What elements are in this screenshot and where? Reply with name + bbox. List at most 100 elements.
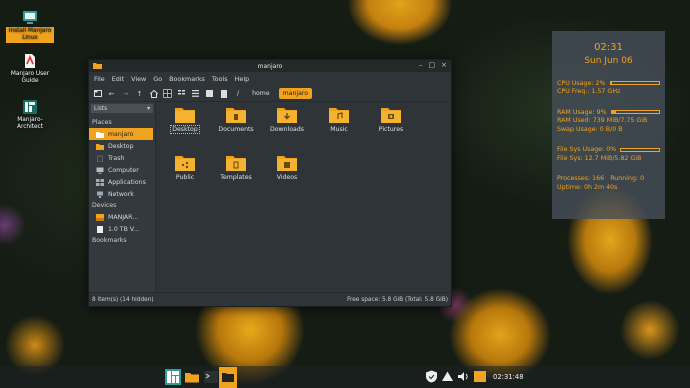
sidebar-item-device-volume[interactable]: 1.0 TB V... (89, 223, 155, 235)
menu-edit[interactable]: Edit (112, 75, 124, 83)
conky-swap-usage: Swap Usage: 0 B/0 B (557, 125, 623, 133)
chevron-down-icon: ▾ (147, 105, 150, 112)
sidebar-item-label: Trash (108, 154, 125, 162)
file-manager-icon[interactable] (184, 369, 200, 385)
desktop-icon-label: Manjaro User Guide (10, 71, 50, 84)
conky-cpu-freq: CPU Freq.: 1.57 GHz (557, 88, 621, 96)
back-arrow-icon[interactable]: ← (107, 89, 116, 98)
network-tray-icon[interactable] (441, 370, 454, 383)
shield-icon[interactable] (425, 370, 438, 383)
sidebar-item-manjaro[interactable]: manjaro (89, 128, 153, 140)
fs-usage-bar (620, 147, 660, 152)
terminal-icon[interactable] (203, 369, 219, 385)
sidebar-item-label: Applications (108, 178, 146, 186)
documents-folder-icon (226, 108, 246, 123)
menu-file[interactable]: File (94, 75, 105, 83)
desktop-pager-icon[interactable] (474, 371, 486, 382)
desktop-icon-user-guide[interactable]: Manjaro User Guide (6, 53, 54, 85)
file-manager-window-icon (222, 373, 234, 382)
file-manager-window: manjaro – □ × File Edit View Go Bookmark… (88, 59, 452, 307)
folder-icon (93, 63, 102, 69)
maximize-button[interactable]: □ (429, 61, 436, 69)
toggle-path-icon[interactable] (219, 89, 228, 98)
menu-bookmarks[interactable]: Bookmarks (169, 75, 205, 83)
home-icon[interactable] (149, 89, 158, 98)
window-title: manjaro (257, 62, 283, 70)
close-button[interactable]: × (441, 61, 447, 69)
architect-icon (23, 100, 37, 114)
sidebar-item-desktop[interactable]: Desktop (89, 140, 155, 152)
manjaro-menu-icon[interactable] (165, 369, 181, 385)
sidebar-mode-select[interactable]: Lists ▾ (91, 104, 153, 113)
path-root[interactable]: / (233, 88, 243, 99)
file-item-label: Music (330, 126, 348, 133)
path-crumb-home[interactable]: home (248, 88, 274, 99)
toolbar: ← → ↑ / home manjaro (89, 86, 451, 102)
new-tab-icon[interactable] (93, 89, 102, 98)
conky-cpu-usage: CPU Usage: 2% (557, 79, 606, 87)
sidebar-item-label: MANJAR... (108, 213, 139, 221)
pdf-icon (25, 54, 35, 68)
file-item-music[interactable]: Music (317, 106, 361, 133)
sidebar-item-network[interactable]: Network (89, 188, 155, 200)
conky-fs-usage: File Sys Usage: 0% (557, 146, 617, 154)
cpu-usage-bar (609, 81, 660, 86)
desktop-icon-install-manjaro[interactable]: Install Manjaro Linux (6, 9, 54, 43)
up-arrow-icon[interactable]: ↑ (135, 89, 144, 98)
menubar: File Edit View Go Bookmarks Tools Help (89, 72, 451, 86)
conky-time: 02:31 (594, 42, 623, 53)
file-item-label: Documents (218, 126, 254, 133)
icon-view-icon[interactable] (163, 89, 172, 98)
sidebar-item-trash[interactable]: Trash (89, 152, 155, 164)
downloads-folder-icon (277, 108, 297, 123)
sidebar-item-applications[interactable]: Applications (89, 176, 155, 188)
window-titlebar[interactable]: manjaro – □ × (89, 60, 451, 72)
bookmarks-header: Bookmarks (92, 237, 127, 244)
conky-system-monitor: 02:31 Sun Jun 06 CPU Usage: 2% CPU Freq.… (552, 31, 665, 219)
sidebar-item-label: Desktop (108, 142, 134, 150)
conky-ram-usage: RAM Usage: 9% (557, 108, 607, 116)
menu-help[interactable]: Help (235, 75, 250, 83)
file-item-label: Videos (276, 174, 298, 181)
drive-icon (97, 225, 103, 233)
home-folder-icon (96, 131, 104, 138)
file-item-desktop[interactable]: Desktop (163, 106, 207, 134)
menu-view[interactable]: View (131, 75, 146, 83)
file-item-pictures[interactable]: Pictures (369, 106, 413, 133)
sidebar-item-computer[interactable]: Computer (89, 164, 155, 176)
file-item-templates[interactable]: Templates (214, 154, 258, 181)
devices-header: Devices (92, 202, 117, 209)
active-window-highlight[interactable] (219, 367, 237, 388)
status-item-count: 8 item(s) (14 hidden) (92, 296, 154, 303)
taskbar: 02:31:48 (0, 366, 690, 388)
sidebar-item-label: Computer (108, 166, 139, 174)
compact-view-icon[interactable] (177, 89, 186, 98)
desktop-icon-label: Manjaro-Architect (17, 117, 43, 130)
file-item-label: Desktop (170, 125, 200, 134)
file-item-videos[interactable]: Videos (265, 154, 309, 181)
list-view-icon[interactable] (191, 89, 200, 98)
file-item-documents[interactable]: Documents (214, 106, 258, 133)
thumbnail-view-icon[interactable] (205, 89, 214, 98)
public-folder-icon (175, 156, 195, 171)
forward-arrow-icon[interactable]: → (121, 89, 130, 98)
file-item-public[interactable]: Public (163, 154, 207, 181)
pictures-folder-icon (381, 108, 401, 123)
menu-go[interactable]: Go (153, 75, 162, 83)
menu-tools[interactable]: Tools (212, 75, 228, 83)
conky-processes: Processes: 166 (557, 175, 605, 183)
path-crumb-manjaro[interactable]: manjaro (278, 88, 313, 99)
status-bar: 8 item(s) (14 hidden) Free space: 5.8 Gi… (89, 292, 451, 306)
videos-folder-icon (277, 156, 297, 171)
sidebar-item-device-manjaro[interactable]: MANJAR... (89, 211, 155, 223)
desktop-icon-manjaro-architect[interactable]: Manjaro-Architect (6, 99, 54, 131)
network-icon (97, 191, 103, 198)
templates-folder-icon (226, 156, 246, 171)
sidebar-item-label: 1.0 TB V... (108, 225, 140, 233)
taskbar-clock[interactable]: 02:31:48 (493, 373, 524, 381)
minimize-button[interactable]: – (419, 61, 423, 69)
conky-fs-sys: File Sys: 12.7 MiB/5.82 GiB (557, 154, 642, 162)
volume-icon[interactable] (457, 370, 470, 383)
file-item-downloads[interactable]: Downloads (265, 106, 309, 133)
trash-icon (97, 155, 103, 162)
